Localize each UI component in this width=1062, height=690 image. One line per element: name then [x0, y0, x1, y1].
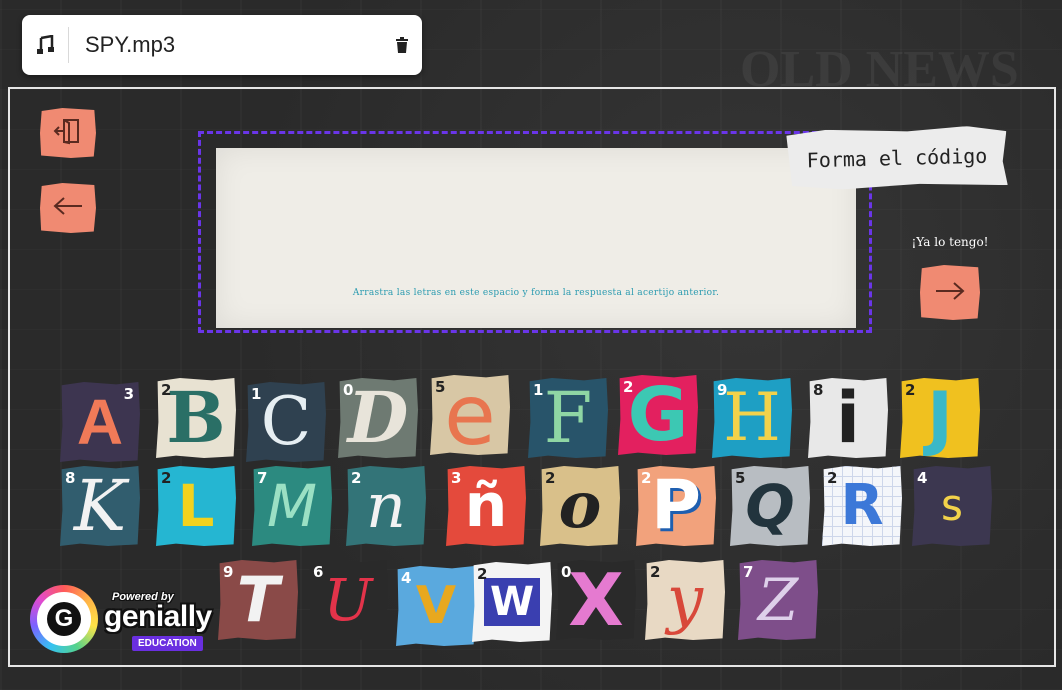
letter-tile-j[interactable]: J 2 — [900, 378, 980, 458]
letter-tile-h[interactable]: H 9 — [712, 378, 792, 458]
back-button[interactable] — [40, 183, 96, 233]
letter-tile-o[interactable]: o 2 — [540, 466, 620, 546]
education-tag: EDUCATION — [132, 636, 203, 651]
letter-tile-enye[interactable]: ñ 3 — [446, 466, 526, 546]
arrow-left-icon — [52, 196, 84, 220]
letter-tile-b[interactable]: B 2 — [156, 378, 236, 458]
exit-door-icon — [53, 116, 83, 150]
letter-tile-c[interactable]: C 1 — [246, 382, 326, 462]
trash-icon[interactable] — [382, 15, 422, 75]
genially-g-icon: G — [47, 602, 81, 636]
letter-tile-p[interactable]: P 2 — [636, 466, 716, 546]
genially-badge[interactable]: G Powered by genially EDUCATION — [30, 585, 235, 660]
letter-tile-z[interactable]: Z 7 — [738, 560, 818, 640]
letter-tile-m[interactable]: M 7 — [252, 466, 332, 546]
letter-tile-u[interactable]: U 6 — [308, 560, 388, 640]
letter-tile-s[interactable]: s 4 — [912, 466, 992, 546]
letter-tile-d[interactable]: D 0 — [338, 378, 418, 458]
audio-file-name: SPY.mp3 — [85, 32, 176, 57]
letter-tile-e[interactable]: e 5 — [430, 375, 510, 455]
letter-tile-n[interactable]: n 2 — [346, 466, 426, 546]
letter-tile-k[interactable]: K 8 — [60, 466, 140, 546]
arrow-right-icon — [934, 281, 966, 305]
exit-button[interactable] — [40, 108, 96, 158]
letter-tile-y[interactable]: y 2 — [645, 560, 725, 640]
drop-instruction: Arrastra las letras en este espacio y fo… — [352, 288, 720, 298]
submit-button[interactable] — [920, 265, 980, 320]
genially-wordmark: genially — [104, 600, 212, 633]
letter-tile-w[interactable]: W 2 — [472, 562, 552, 642]
puzzle-title: Forma el código — [786, 125, 1007, 191]
submit-label: ¡Ya lo tengo! — [911, 235, 989, 249]
answer-paper: Arrastra las letras en este espacio y fo… — [216, 148, 856, 328]
letter-tile-r[interactable]: R 2 — [822, 466, 902, 546]
letter-tile-a[interactable]: A 3 — [60, 382, 140, 462]
letter-tile-i[interactable]: i 8 — [808, 378, 888, 458]
letter-tile-q[interactable]: Q 5 — [730, 466, 810, 546]
genially-logo-ring: G — [30, 585, 98, 653]
audio-file-bar: SPY.mp3 — [22, 15, 422, 75]
letter-tile-f[interactable]: F 1 — [528, 378, 608, 458]
letter-tile-l[interactable]: L 2 — [156, 466, 236, 546]
letter-tile-x[interactable]: X 0 — [556, 560, 636, 640]
letter-tile-v[interactable]: V 4 — [396, 566, 476, 646]
music-note-icon — [22, 15, 68, 75]
letter-tile-g[interactable]: G 2 — [618, 375, 698, 455]
